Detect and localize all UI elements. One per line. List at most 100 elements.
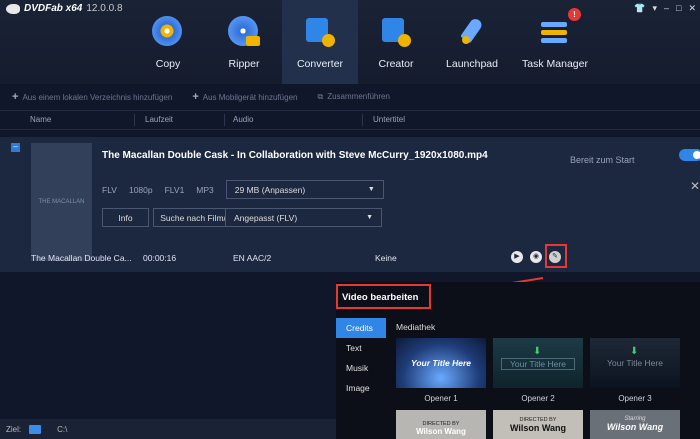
- dvdfab-fish-icon: [6, 3, 20, 14]
- merge-icon: ⧉: [317, 92, 324, 101]
- window-controls: 👕 ▾ – □ ✕: [634, 3, 696, 14]
- app-name: DVDFab x64: [24, 3, 83, 14]
- module-label: Converter: [296, 58, 344, 70]
- tile-name: Wilson Wang: [416, 427, 466, 436]
- add-local-button[interactable]: + Aus einem lokalen Verzeichnis hinzufüge…: [12, 91, 172, 103]
- highlight-box-title: [336, 284, 431, 309]
- collapse-checkbox[interactable]: –: [11, 143, 20, 152]
- tab-music[interactable]: Musik: [336, 358, 386, 378]
- app-version: 12.0.0.8: [86, 3, 123, 14]
- col-name[interactable]: Name: [0, 114, 135, 126]
- enable-toggle[interactable]: [679, 149, 700, 161]
- rocket-icon: [456, 16, 488, 48]
- tile-name: Wilson Wang: [606, 422, 664, 432]
- output-label: Ziel:: [6, 424, 22, 434]
- profile-select[interactable]: Angepasst (FLV) ▼: [225, 208, 382, 227]
- track-audio: EN AAC/2: [233, 253, 272, 263]
- info-button[interactable]: Info: [102, 208, 149, 227]
- meta-audio: MP3: [196, 184, 214, 195]
- tile-caption: Opener 2: [521, 394, 555, 403]
- file-title: The Macallan Double Cask - In Collaborat…: [102, 150, 488, 161]
- meta-codec: FLV1: [164, 184, 185, 195]
- chevron-down-icon: ▼: [366, 214, 373, 221]
- creator-film-icon: [380, 16, 412, 48]
- tile-caption: Opener 3: [618, 394, 652, 403]
- opener-tile[interactable]: ⬇ Your Title Here: [590, 338, 680, 388]
- module-task-manager[interactable]: ! Task Manager: [510, 0, 600, 84]
- tile-text: Your Title Here: [607, 358, 663, 368]
- ripper-disc-icon: [228, 16, 260, 48]
- info-label: Info: [118, 212, 133, 223]
- edit-video-panel: Video bearbeiten Credits Text Musik Imag…: [336, 282, 700, 439]
- credit-tile[interactable]: Starring Wilson Wang: [590, 410, 680, 439]
- plus-icon: +: [12, 91, 19, 103]
- add-local-label: Aus einem lokalen Verzeichnis hinzufügen: [22, 93, 173, 102]
- output-path[interactable]: C:\: [57, 425, 67, 434]
- col-audio[interactable]: Audio: [225, 114, 363, 126]
- thumbnail-text: THE MACALLAN: [38, 199, 85, 205]
- copy-disc-icon: [152, 16, 184, 48]
- module-label: Launchpad: [446, 58, 498, 70]
- module-label: Task Manager: [522, 58, 588, 70]
- maximize-icon[interactable]: □: [676, 3, 681, 14]
- skin-icon[interactable]: 👕: [634, 3, 645, 14]
- track-subtitle: Keine: [375, 253, 397, 263]
- folder-icon[interactable]: [29, 424, 42, 434]
- top-bar: DVDFab x64 12.0.0.8 👕 ▾ – □ ✕ Copy Rippe…: [0, 0, 700, 84]
- tab-credits[interactable]: Credits: [336, 318, 386, 338]
- opener-tile[interactable]: ⬇ Your Title Here: [493, 338, 583, 388]
- track-name: The Macallan Double Ca...: [31, 253, 132, 263]
- file-item: – THE MACALLAN The Macallan Double Cask …: [0, 137, 700, 272]
- track-row: The Macallan Double Ca... 00:00:16 EN AA…: [0, 244, 700, 272]
- task-list-icon: !: [539, 8, 581, 48]
- add-mobile-button[interactable]: + Aus Mobilgerät hinzufügen: [192, 91, 297, 103]
- module-creator[interactable]: Creator: [358, 0, 434, 84]
- module-ripper[interactable]: Ripper: [206, 0, 282, 84]
- file-meta: FLV 1080p FLV1 MP3 29 MB (Anpassen) ▼: [102, 180, 384, 199]
- col-duration[interactable]: Laufzeit: [135, 114, 225, 126]
- column-header: Name Laufzeit Audio Untertitel: [0, 110, 700, 130]
- minimize-icon[interactable]: –: [664, 3, 669, 14]
- tile-text: Your Title Here: [501, 358, 575, 370]
- credit-tile[interactable]: DIRECTED BY Wilson Wang: [493, 410, 583, 439]
- tile-name: Wilson Wang: [509, 423, 567, 433]
- profile-value: Angepasst (FLV): [234, 212, 298, 223]
- credit-tile[interactable]: DIRECTED BY Wilson Wang: [396, 410, 486, 439]
- tab-text[interactable]: Text: [336, 338, 386, 358]
- track-duration: 00:00:16: [143, 253, 177, 263]
- preview-icon[interactable]: ◉: [530, 251, 542, 263]
- status-text: Bereit zum Start: [570, 155, 635, 165]
- close-window-icon[interactable]: ✕: [688, 3, 696, 14]
- module-launchpad[interactable]: Launchpad: [434, 0, 510, 84]
- play-icon[interactable]: ▶: [511, 251, 523, 263]
- remove-item-icon[interactable]: ✕: [690, 179, 700, 193]
- panel-tabs: Credits Text Musik Image: [336, 318, 386, 398]
- tile-caption: Opener 1: [424, 394, 458, 403]
- merge-button[interactable]: ⧉ Zusammenführen: [317, 92, 389, 102]
- col-subtitle[interactable]: Untertitel: [363, 114, 483, 126]
- output-bar: Ziel: C:\: [0, 419, 336, 439]
- module-label: Copy: [155, 58, 181, 70]
- size-select[interactable]: 29 MB (Anpassen) ▼: [225, 180, 384, 199]
- module-converter[interactable]: Converter: [282, 0, 358, 84]
- download-icon: ⬇: [533, 346, 542, 357]
- chevron-down-icon: ▼: [367, 186, 375, 193]
- module-copy[interactable]: Copy: [130, 0, 206, 84]
- plus-icon: +: [192, 91, 199, 103]
- library-label: Mediathek: [396, 322, 436, 332]
- opener-tile[interactable]: Your Title Here: [396, 338, 486, 388]
- toolbar: + Aus einem lokalen Verzeichnis hinzufüge…: [0, 84, 700, 110]
- notification-badge: !: [568, 8, 581, 21]
- app-logo: DVDFab x64 12.0.0.8: [6, 3, 123, 14]
- tile-text: Your Title Here: [411, 358, 471, 368]
- module-label: Ripper: [228, 58, 260, 70]
- add-mobile-label: Aus Mobilgerät hinzufügen: [202, 93, 298, 102]
- menu-icon[interactable]: ▾: [652, 3, 657, 14]
- meta-format: FLV: [102, 184, 117, 195]
- module-label: Creator: [378, 58, 414, 70]
- tab-image[interactable]: Image: [336, 378, 386, 398]
- size-value: 29 MB (Anpassen): [234, 184, 306, 195]
- download-icon: ⬇: [630, 346, 639, 357]
- meta-resolution: 1080p: [128, 184, 153, 195]
- converter-film-icon: [304, 16, 336, 48]
